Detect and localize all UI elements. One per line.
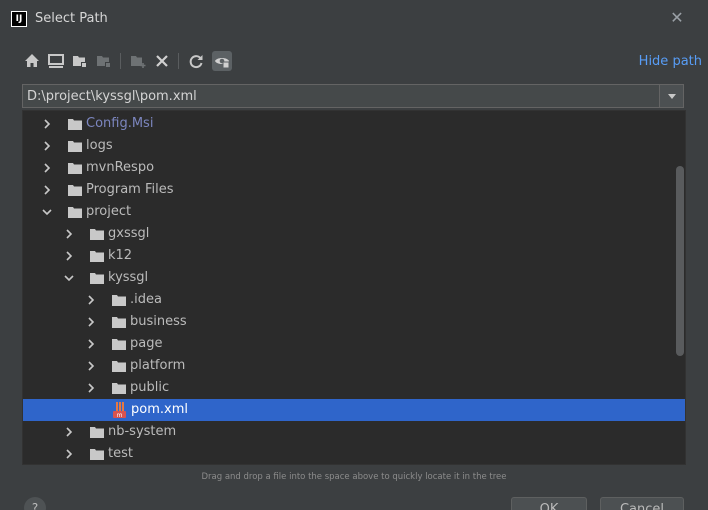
chevron-down-icon[interactable] bbox=[63, 271, 75, 285]
ok-button[interactable]: OK bbox=[511, 497, 587, 510]
tree-folder-row[interactable]: test bbox=[23, 443, 685, 464]
chevron-right-icon[interactable] bbox=[41, 183, 53, 197]
svg-text:m: m bbox=[117, 412, 123, 419]
tree-item-label: business bbox=[130, 314, 187, 329]
tree-item-label: platform bbox=[130, 358, 186, 373]
folder-icon bbox=[90, 250, 104, 262]
path-combobox[interactable] bbox=[22, 84, 684, 108]
folder-icon bbox=[68, 206, 82, 218]
folder-icon bbox=[112, 360, 126, 372]
maven-file-icon: m bbox=[112, 401, 128, 419]
tree-item-label: Program Files bbox=[86, 182, 174, 197]
folder-icon bbox=[68, 162, 82, 174]
tree-scrollbar[interactable] bbox=[676, 166, 684, 356]
tree-folder-row[interactable]: public bbox=[23, 377, 685, 399]
tree-folder-row[interactable]: kyssgl bbox=[23, 267, 685, 289]
tree-folder-row[interactable]: k12 bbox=[23, 245, 685, 267]
tree-item-label: mvnRespo bbox=[86, 160, 155, 175]
folder-icon bbox=[68, 140, 82, 152]
tree-folder-row[interactable]: project bbox=[23, 201, 685, 223]
toolbar: Hide path bbox=[22, 49, 702, 75]
folder-icon bbox=[90, 426, 104, 438]
tree-item-label: Config.Msi bbox=[86, 116, 154, 131]
tree-item-label: .idea bbox=[130, 292, 162, 307]
desktop-icon[interactable] bbox=[46, 51, 66, 71]
tree-folder-row[interactable]: Program Files bbox=[23, 179, 685, 201]
folder-icon bbox=[112, 316, 126, 328]
tree-file-row[interactable]: m pom.xml bbox=[23, 399, 685, 421]
folder-icon bbox=[90, 448, 104, 460]
intellij-icon: IJ bbox=[11, 11, 27, 27]
chevron-right-icon[interactable] bbox=[85, 337, 97, 351]
title-bar: IJ Select Path ✕ bbox=[0, 0, 708, 38]
close-icon[interactable]: ✕ bbox=[668, 9, 686, 27]
path-input[interactable] bbox=[23, 85, 658, 107]
chevron-down-icon[interactable] bbox=[659, 85, 683, 107]
chevron-right-icon[interactable] bbox=[63, 227, 75, 241]
tree-folder-row[interactable]: gxssgl bbox=[23, 223, 685, 245]
new-folder-icon[interactable] bbox=[128, 51, 148, 71]
tree-folder-row[interactable]: nb-system bbox=[23, 421, 685, 443]
chevron-right-icon[interactable] bbox=[63, 249, 75, 263]
chevron-right-icon[interactable] bbox=[85, 293, 97, 307]
show-hidden-icon[interactable] bbox=[212, 51, 232, 71]
folder-icon bbox=[90, 272, 104, 284]
folder-icon bbox=[112, 382, 126, 394]
tree-item-label: project bbox=[86, 204, 132, 219]
refresh-icon[interactable] bbox=[186, 51, 206, 71]
project-icon[interactable] bbox=[70, 51, 90, 71]
tree-item-label: nb-system bbox=[108, 424, 177, 439]
drag-drop-hint: Drag and drop a file into the space abov… bbox=[201, 472, 507, 482]
chevron-down-icon[interactable] bbox=[41, 205, 53, 219]
tree-folder-row[interactable]: Config.Msi bbox=[23, 113, 685, 135]
folder-icon bbox=[112, 294, 126, 306]
tree-folder-row[interactable]: .idea bbox=[23, 289, 685, 311]
chevron-right-icon[interactable] bbox=[63, 447, 75, 461]
chevron-right-icon[interactable] bbox=[85, 381, 97, 395]
toolbar-separator bbox=[120, 53, 121, 69]
tree-item-label: logs bbox=[86, 138, 113, 153]
tree-folder-row[interactable]: platform bbox=[23, 355, 685, 377]
folder-icon bbox=[68, 118, 82, 130]
tree-folder-row[interactable]: page bbox=[23, 333, 685, 355]
folder-icon bbox=[112, 338, 126, 350]
tree-folder-row[interactable]: mvnRespo bbox=[23, 157, 685, 179]
chevron-right-icon[interactable] bbox=[63, 425, 75, 439]
chevron-right-icon[interactable] bbox=[85, 359, 97, 373]
help-button[interactable]: ? bbox=[24, 497, 46, 510]
tree-folder-row[interactable]: logs bbox=[23, 135, 685, 157]
folder-icon bbox=[90, 228, 104, 240]
toolbar-separator bbox=[178, 53, 179, 69]
chevron-right-icon[interactable] bbox=[41, 139, 53, 153]
tree-item-label: public bbox=[130, 380, 170, 395]
cancel-button[interactable]: Cancel bbox=[600, 497, 684, 510]
tree-item-label: pom.xml bbox=[131, 402, 188, 417]
tree-item-label: k12 bbox=[108, 248, 133, 263]
tree-item-label: gxssgl bbox=[108, 226, 150, 241]
hide-path-link[interactable]: Hide path bbox=[639, 54, 702, 69]
delete-icon[interactable] bbox=[152, 51, 172, 71]
folder-icon bbox=[68, 184, 82, 196]
tree-item-label: kyssgl bbox=[108, 270, 149, 285]
tree-item-label: test bbox=[108, 446, 133, 461]
module-icon[interactable] bbox=[94, 51, 114, 71]
chevron-right-icon[interactable] bbox=[41, 117, 53, 131]
tree-folder-row[interactable]: business bbox=[23, 311, 685, 333]
window-title: Select Path bbox=[35, 11, 108, 26]
tree-item-label: page bbox=[130, 336, 163, 351]
home-icon[interactable] bbox=[22, 51, 42, 71]
chevron-right-icon[interactable] bbox=[41, 161, 53, 175]
chevron-right-icon[interactable] bbox=[85, 315, 97, 329]
file-tree[interactable]: Config.Msi logs mvnRespo Program Files proje… bbox=[22, 110, 686, 465]
